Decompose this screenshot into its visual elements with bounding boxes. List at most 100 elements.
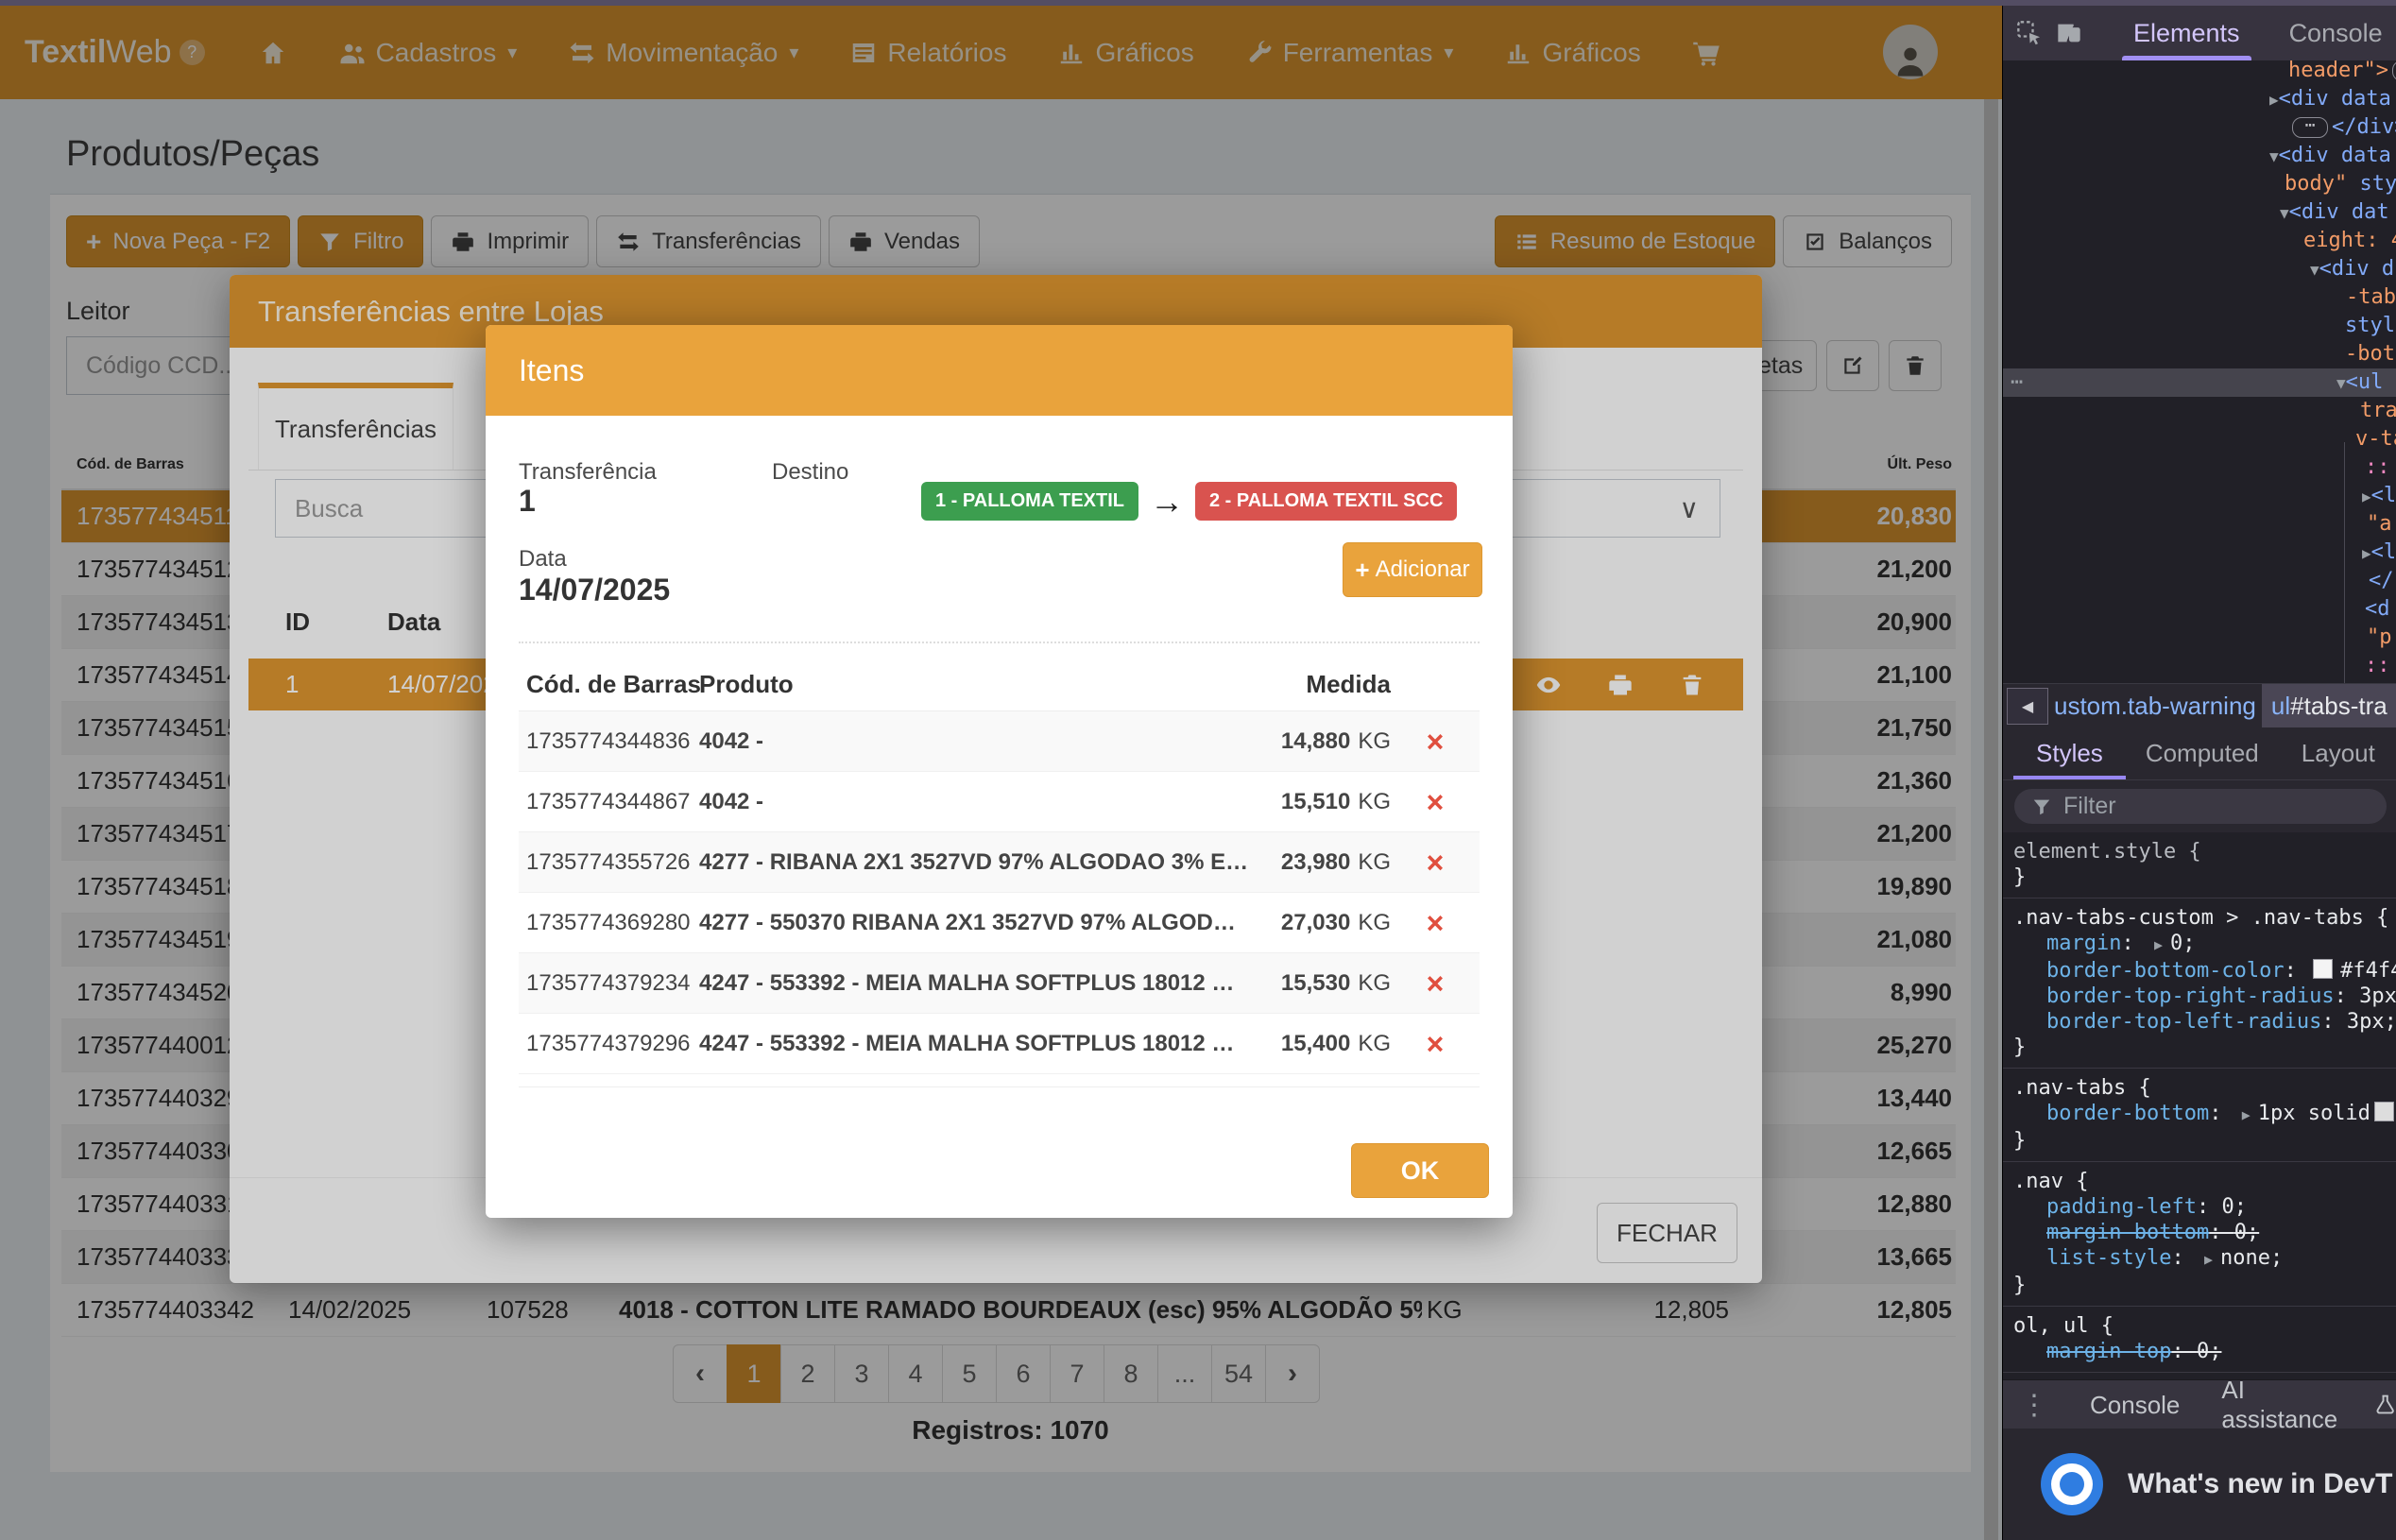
dom-tree-node[interactable]: style= [2003,312,2396,340]
css-property[interactable]: margin-top: 0; [2003,1339,2396,1364]
dom-tree-node[interactable]: ▼<div dat [2003,198,2396,227]
css-rule[interactable]: .nav {padding-left: 0;margin-bottom: 0;l… [2003,1162,2396,1307]
dom-text: v-ta [2355,427,2396,451]
remove-item-icon[interactable]: × [1427,727,1445,757]
css-property[interactable]: margin: ▶0; [2003,931,2396,958]
dom-tree-node[interactable]: ▼<div d [2003,255,2396,283]
dom-tree-node[interactable]: :: [2003,453,2396,482]
dom-tree-node[interactable]: body" sty [2003,170,2396,198]
remove-item-icon[interactable]: × [1427,847,1445,878]
dom-tree-node[interactable]: ▼<div data [2003,142,2396,170]
dom-breadcrumbs: ◀ ustom.tab-warning ul#tabs-tra [2003,683,2396,728]
twisty-icon: ▶ [2362,488,2371,505]
dom-text: <ul [2346,370,2396,394]
dom-text: body" [2285,172,2347,196]
css-rule[interactable]: .nav-tabs-custom > .nav-tabs {margin: ▶0… [2003,898,2396,1069]
item-medida: 15,530KG [1136,953,1391,1013]
css-rules: element.style {}.nav-tabs-custom > .nav-… [2003,832,2396,1379]
node-menu-icon[interactable]: ⋯ [2011,368,2025,397]
css-selector: element.style { [2013,840,2201,864]
css-rule[interactable]: .nav-tabs {border-bottom: ▶1px solid} [2003,1069,2396,1162]
adicionar-button[interactable]: + Adicionar [1343,542,1482,597]
drawer-menu-icon[interactable]: ⋮ [2020,1389,2048,1422]
css-property[interactable]: padding-left: 0; [2003,1194,2396,1220]
dom-tree-node[interactable]: ⋯</div> [2003,113,2396,142]
twisty-icon: ▼ [2336,374,2346,392]
item-medida: 23,980KG [1136,832,1391,892]
item-barcode: 1735774379296 [526,1014,701,1073]
devtools-toolbar: Elements Console [2003,6,2396,60]
dom-text: :: [2365,654,2390,677]
breadcrumb-id: #tabs-tra [2290,692,2387,721]
remove-item-icon[interactable]: × [1427,1029,1445,1059]
itens-table: Cód. de Barras Produto Medida 1735774344… [519,658,1480,1074]
css-property[interactable]: list-style: ▶none; [2003,1245,2396,1273]
css-property[interactable]: border-bottom-color: #f4f4f4 [2003,958,2396,984]
color-swatch[interactable] [2313,959,2333,979]
device-toolbar-icon[interactable] [2056,17,2082,49]
remove-item-icon[interactable]: × [1427,787,1445,817]
dom-tree-node[interactable]: </ [2003,567,2396,595]
remove-item-icon[interactable]: × [1427,908,1445,938]
ok-button[interactable]: OK [1351,1143,1489,1198]
devtools-tab-elements[interactable]: Elements [2133,6,2240,60]
dom-text: :: [2365,455,2390,479]
dom-text: eight: 4 [2303,229,2396,252]
breadcrumb-back-button[interactable]: ◀ [2007,688,2048,725]
dom-text: header"> [2288,60,2388,82]
css-rule[interactable]: element.style {} [2003,832,2396,898]
whats-new-label[interactable]: What's new in DevT [2128,1468,2393,1500]
item-row: 17357743448364042 -14,880KG× [519,711,1480,772]
transferencia-value: 1 [519,484,536,519]
funnel-icon [2031,796,2052,817]
css-property[interactable]: margin-bottom: 0; [2003,1220,2396,1245]
css-selector: .nav-tabs { [2013,1076,2151,1100]
expand-ellipsis-icon[interactable]: ⋯ [2392,60,2396,81]
dom-text: </div> [2332,115,2396,139]
styles-tab-layout[interactable]: Layout [2292,727,2385,779]
css-property[interactable]: border-top-right-radius: 3px; [2003,984,2396,1009]
css-property[interactable]: border-bottom: ▶1px solid [2003,1101,2396,1128]
drawer-console-tab[interactable]: Console [2090,1391,2180,1420]
css-selector: ol, ul { [2013,1314,2114,1338]
dom-tree-node[interactable]: <d [2003,595,2396,624]
dom-tree-node[interactable]: ▶<div data [2003,85,2396,113]
filter-placeholder: Filter [2063,793,2116,820]
dom-tree-node[interactable]: ⋯ ▼<ul [2003,368,2396,397]
dom-tree-node[interactable]: ▶<l [2003,482,2396,510]
breadcrumb-item-selected[interactable]: ul#tabs-tra [2262,684,2396,728]
styles-tab-computed[interactable]: Computed [2136,727,2268,779]
breadcrumb-item[interactable]: ustom.tab-warning [2054,692,2256,721]
color-swatch[interactable] [2374,1102,2394,1121]
css-selector: .nav { [2013,1170,2088,1193]
item-medida: 14,880KG [1136,711,1391,771]
dom-tree-node[interactable]: eight: 4 [2003,227,2396,255]
drawer-ai-tab[interactable]: AI assistance [2221,1376,2396,1434]
dom-tree-node[interactable]: "a [2003,510,2396,539]
expand-ellipsis-icon[interactable]: ⋯ [2292,117,2328,138]
devtools-tab-console[interactable]: Console [2289,6,2383,60]
chrome-logo-icon [2041,1453,2103,1515]
dom-tree-node[interactable]: -tabs- [2003,283,2396,312]
dom-tree-node[interactable]: header">⋯ [2003,60,2396,85]
dom-tree: header">⋯▶<div data⋯</div>▼<div databody… [2003,60,2396,683]
browser-top-strip [0,0,2396,6]
dom-tree-node[interactable]: :: [2003,652,2396,680]
css-rule[interactable]: ol, ul {margin-top: 0; [2003,1307,2396,1373]
dom-text: style= [2345,314,2396,337]
dom-tree-node[interactable]: -botto [2003,340,2396,368]
remove-item-icon[interactable]: × [1427,968,1445,999]
dom-tree-node[interactable]: "p [2003,624,2396,652]
inspect-element-icon[interactable] [2016,17,2043,49]
item-barcode: 1735774369280 [526,893,701,952]
dom-text: </ [2369,569,2394,592]
dom-tree-node[interactable]: v-ta [2003,425,2396,453]
destino-badge: 2 - PALLOMA TEXTIL SCC [1195,482,1457,521]
styles-tab-styles[interactable]: Styles [2027,727,2113,779]
css-property[interactable]: border-top-left-radius: 3px; [2003,1009,2396,1035]
filter-input[interactable]: Filter [2014,789,2387,824]
devtools-drawer: ⋮ Console AI assistance [2003,1379,2396,1429]
dom-tree-node[interactable]: tran [2003,397,2396,425]
ok-label: OK [1401,1156,1440,1186]
dom-tree-node[interactable]: ▶<l [2003,539,2396,567]
